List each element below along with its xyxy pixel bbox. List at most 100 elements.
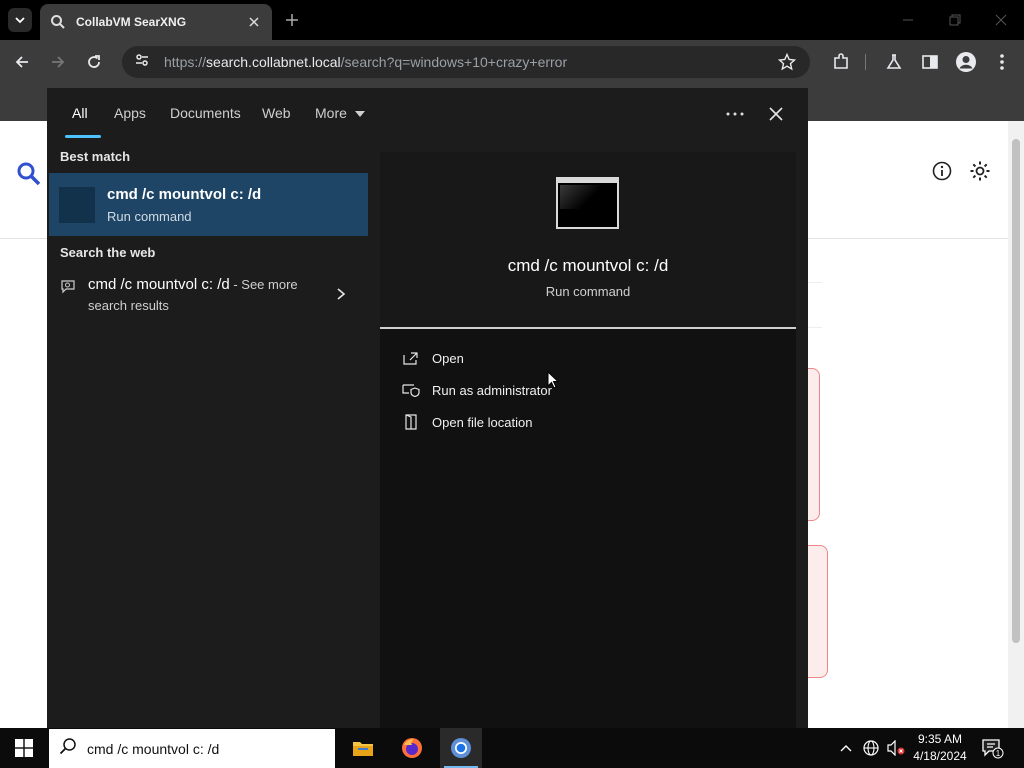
more-options-button[interactable] <box>723 102 747 126</box>
command-prompt-icon <box>556 177 619 229</box>
filter-tab-more[interactable]: More <box>315 105 365 121</box>
preview-title: cmd /c mountvol c: /d <box>507 256 669 275</box>
taskbar: 9:35 AM 4/18/2024 1 <box>0 728 1024 768</box>
clock-time: 9:35 AM <box>917 732 963 746</box>
filter-tab-more-label: More <box>315 105 347 121</box>
close-search-button[interactable] <box>764 102 788 126</box>
best-match-name: cmd /c mountvol c: /d <box>107 185 262 203</box>
best-match-item[interactable]: cmd /c mountvol c: /d Run command <box>49 173 368 236</box>
tray-network[interactable] <box>860 728 882 768</box>
flask-icon <box>886 54 902 69</box>
filter-tab-apps[interactable]: Apps <box>114 105 146 121</box>
close-icon <box>769 107 783 121</box>
taskbar-search-box[interactable] <box>49 729 335 768</box>
side-panel-icon <box>922 55 938 69</box>
side-panel-button[interactable] <box>918 50 942 74</box>
filter-tab-all[interactable]: All <box>72 105 88 121</box>
reload-button[interactable] <box>82 50 106 74</box>
info-icon[interactable] <box>932 161 952 186</box>
new-tab-button[interactable] <box>282 10 302 30</box>
notification-icon: 1 <box>982 739 1004 759</box>
minimize-button[interactable] <box>896 8 920 32</box>
restore-button[interactable] <box>943 8 967 32</box>
back-button[interactable] <box>10 50 34 74</box>
action-open-label: Open <box>432 350 464 366</box>
address-bar[interactable]: https://search.collabnet.local/search?q=… <box>122 46 810 78</box>
browser-menu-button[interactable] <box>990 50 1014 74</box>
taskbar-clock[interactable]: 9:35 AM 4/18/2024 <box>908 731 972 765</box>
notification-center-button[interactable]: 1 <box>980 736 1004 760</box>
search-filter-tabs: All Apps Documents Web More <box>47 88 808 138</box>
url-host: search.collabnet.local <box>206 54 341 70</box>
windows-search-panel: All Apps Documents Web More Best match c… <box>47 88 808 728</box>
url-text: https://search.collabnet.local/search?q=… <box>164 54 567 70</box>
chevron-down-icon <box>15 17 25 24</box>
ellipsis-icon <box>726 112 744 116</box>
search-icon <box>59 737 77 760</box>
site-settings-icon[interactable] <box>134 52 150 73</box>
best-match-type: Run command <box>107 208 192 224</box>
arrow-left-icon <box>15 56 28 68</box>
clock-date: 4/18/2024 <box>913 749 967 763</box>
kebab-menu-icon <box>1000 54 1004 70</box>
see-more-text: - See more <box>229 277 298 292</box>
action-open-file-location-label: Open file location <box>432 414 533 430</box>
taskbar-firefox[interactable] <box>391 728 433 768</box>
chevron-up-icon <box>840 745 852 752</box>
search-icon[interactable] <box>16 161 42 192</box>
reload-icon <box>88 55 100 68</box>
preview-divider <box>380 327 796 329</box>
run-command-icon <box>59 186 95 223</box>
taskbar-chrome[interactable] <box>440 728 482 768</box>
toolbar-separator <box>865 54 866 70</box>
browser-tab-strip: CollabVM SearXNG <box>0 0 1024 40</box>
url-path: /search?q=windows+10+crazy+error <box>340 54 568 70</box>
profile-button[interactable] <box>954 50 978 74</box>
labs-button[interactable] <box>882 50 906 74</box>
searxng-favicon-icon <box>50 14 66 30</box>
action-run-as-admin[interactable]: Run as administrator <box>402 378 552 402</box>
firefox-icon <box>402 738 422 758</box>
page-scrollbar[interactable] <box>1008 121 1024 728</box>
tab-title: CollabVM SearXNG <box>76 15 187 29</box>
forward-button[interactable] <box>46 50 70 74</box>
mouse-cursor-icon <box>547 370 560 394</box>
action-open[interactable]: Open <box>402 346 464 370</box>
tray-volume[interactable] <box>884 728 908 768</box>
action-open-file-location[interactable]: Open file location <box>402 410 532 434</box>
chevron-right-icon[interactable] <box>336 287 346 306</box>
web-query: cmd /c mountvol c: /d <box>88 276 230 293</box>
avatar-icon <box>956 52 976 72</box>
browser-tab[interactable]: CollabVM SearXNG <box>40 4 272 40</box>
folder-icon <box>402 413 420 431</box>
scrollbar-thumb[interactable] <box>1012 139 1020 643</box>
restore-icon <box>949 14 961 26</box>
chrome-icon <box>451 738 471 758</box>
tray-overflow-button[interactable] <box>836 728 856 768</box>
search-web-heading: Search the web <box>60 245 156 260</box>
preview-subtitle: Run command <box>545 284 631 299</box>
web-search-icon <box>60 278 76 299</box>
plus-icon <box>286 14 298 26</box>
minimize-icon <box>903 19 913 21</box>
start-button[interactable] <box>0 728 48 768</box>
folder-icon <box>353 742 373 756</box>
volume-muted-icon <box>887 740 905 756</box>
preview-header: cmd /c mountvol c: /d Run command <box>380 152 796 328</box>
filter-tab-web[interactable]: Web <box>262 105 291 121</box>
result-divider <box>808 282 822 283</box>
gear-icon[interactable] <box>969 160 991 187</box>
bookmark-star-icon[interactable] <box>777 52 797 76</box>
notification-count: 1 <box>996 749 1001 758</box>
close-icon <box>995 14 1007 26</box>
taskbar-file-explorer[interactable] <box>342 728 384 768</box>
tab-close-icon[interactable] <box>246 14 262 30</box>
open-icon <box>402 349 420 367</box>
taskbar-search-input[interactable] <box>87 740 317 757</box>
extensions-button[interactable] <box>829 50 853 74</box>
filter-tab-documents[interactable]: Documents <box>170 105 241 121</box>
close-window-button[interactable] <box>989 8 1013 32</box>
result-divider <box>808 327 822 328</box>
web-search-result[interactable]: cmd /c mountvol c: /d - See more search … <box>47 276 369 316</box>
tab-search-button[interactable] <box>8 8 32 32</box>
